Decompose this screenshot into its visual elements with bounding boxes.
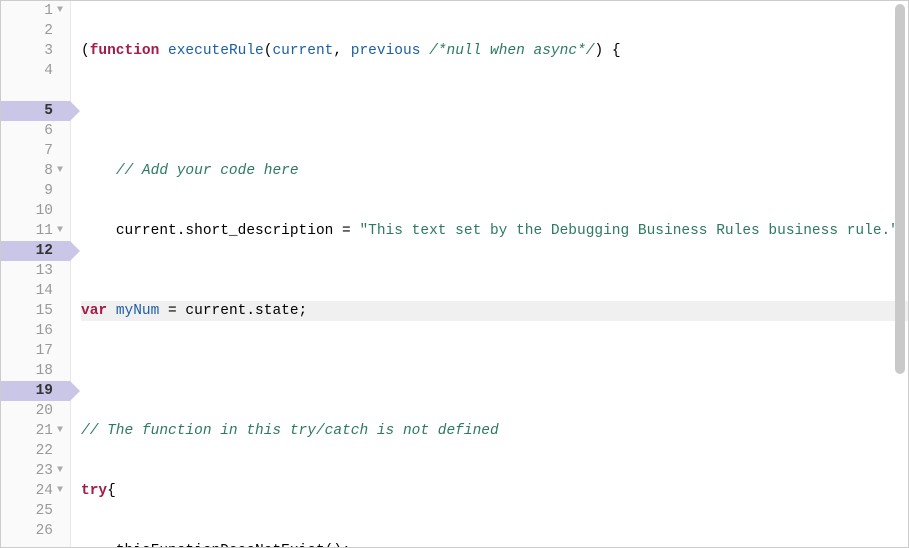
gutter-line[interactable]: 6 <box>1 121 70 141</box>
line-number: 18 <box>36 361 53 381</box>
line-number: 7 <box>44 141 53 161</box>
line-number: 24 <box>36 481 53 501</box>
gutter-line[interactable]: 22 <box>1 441 70 461</box>
line-number: 2 <box>44 21 53 41</box>
gutter-line[interactable]: 15 <box>1 301 70 321</box>
gutter[interactable]: 1▼2345678▼91011▼12131415161718192021▼222… <box>1 1 71 547</box>
line-number: 3 <box>44 41 53 61</box>
line-number: 9 <box>44 181 53 201</box>
gutter-line-breakpoint[interactable]: 12 <box>1 241 70 261</box>
fold-icon[interactable]: ▼ <box>56 221 64 241</box>
gutter-line[interactable]: 10 <box>1 201 70 221</box>
code-line[interactable] <box>81 101 908 121</box>
code-editor[interactable]: 1▼2345678▼91011▼12131415161718192021▼222… <box>1 1 908 547</box>
gutter-line[interactable]: 16 <box>1 321 70 341</box>
gutter-line[interactable]: 23▼ <box>1 461 70 481</box>
line-number: 1 <box>44 1 53 21</box>
code-line[interactable]: try{ <box>81 481 908 501</box>
fold-icon[interactable]: ▼ <box>56 461 64 481</box>
gutter-line[interactable]: 1▼ <box>1 1 70 21</box>
gutter-line[interactable]: 2 <box>1 21 70 41</box>
code-line[interactable] <box>81 361 908 381</box>
code-line[interactable]: current.short_description = "This text s… <box>81 221 908 261</box>
gutter-line[interactable]: 11▼ <box>1 221 70 241</box>
line-number: 10 <box>36 201 53 221</box>
gutter-line-breakpoint[interactable]: 19 <box>1 381 70 401</box>
line-number: 26 <box>36 521 53 541</box>
code-line[interactable]: thisFunctionDoesNotExist(); <box>81 541 908 547</box>
gutter-line[interactable]: 21▼ <box>1 421 70 441</box>
line-number: 14 <box>36 281 53 301</box>
line-number: 4 <box>44 61 53 81</box>
line-number: 6 <box>44 121 53 141</box>
line-number: 12 <box>36 241 53 261</box>
scrollbar-thumb[interactable] <box>895 4 905 374</box>
line-number: 8 <box>44 161 53 181</box>
gutter-line[interactable]: 18 <box>1 361 70 381</box>
gutter-line[interactable]: 9 <box>1 181 70 201</box>
line-number: 15 <box>36 301 53 321</box>
gutter-line[interactable]: 25 <box>1 501 70 521</box>
gutter-line[interactable]: 20 <box>1 401 70 421</box>
gutter-line-breakpoint[interactable]: 5 <box>1 101 70 121</box>
gutter-line[interactable]: 3 <box>1 41 70 61</box>
line-number: 23 <box>36 461 53 481</box>
fold-icon[interactable]: ▼ <box>56 1 64 21</box>
fold-icon[interactable]: ▼ <box>56 161 64 181</box>
gutter-line[interactable]: 4 <box>1 61 70 101</box>
line-number: 11 <box>36 221 53 241</box>
code-line[interactable]: (function executeRule(current, previous … <box>81 41 908 61</box>
gutter-line[interactable]: 8▼ <box>1 161 70 181</box>
line-number: 21 <box>36 421 53 441</box>
gutter-line[interactable]: 7 <box>1 141 70 161</box>
line-number: 25 <box>36 501 53 521</box>
line-number: 22 <box>36 441 53 461</box>
code-line[interactable]: // Add your code here <box>81 161 908 181</box>
code-area[interactable]: (function executeRule(current, previous … <box>71 1 908 547</box>
line-number: 16 <box>36 321 53 341</box>
gutter-line[interactable]: 26 <box>1 521 70 541</box>
gutter-line[interactable]: 13 <box>1 261 70 281</box>
code-line[interactable]: // The function in this try/catch is not… <box>81 421 908 441</box>
code-line[interactable]: var myNum = current.state; <box>81 301 908 321</box>
line-number: 5 <box>44 101 53 121</box>
gutter-line[interactable]: 14 <box>1 281 70 301</box>
fold-icon[interactable]: ▼ <box>56 481 64 501</box>
line-number: 13 <box>36 261 53 281</box>
line-number: 19 <box>36 381 53 401</box>
line-number: 17 <box>36 341 53 361</box>
gutter-line[interactable]: 17 <box>1 341 70 361</box>
gutter-line[interactable]: 24▼ <box>1 481 70 501</box>
fold-icon[interactable]: ▼ <box>56 421 64 441</box>
line-number: 20 <box>36 401 53 421</box>
